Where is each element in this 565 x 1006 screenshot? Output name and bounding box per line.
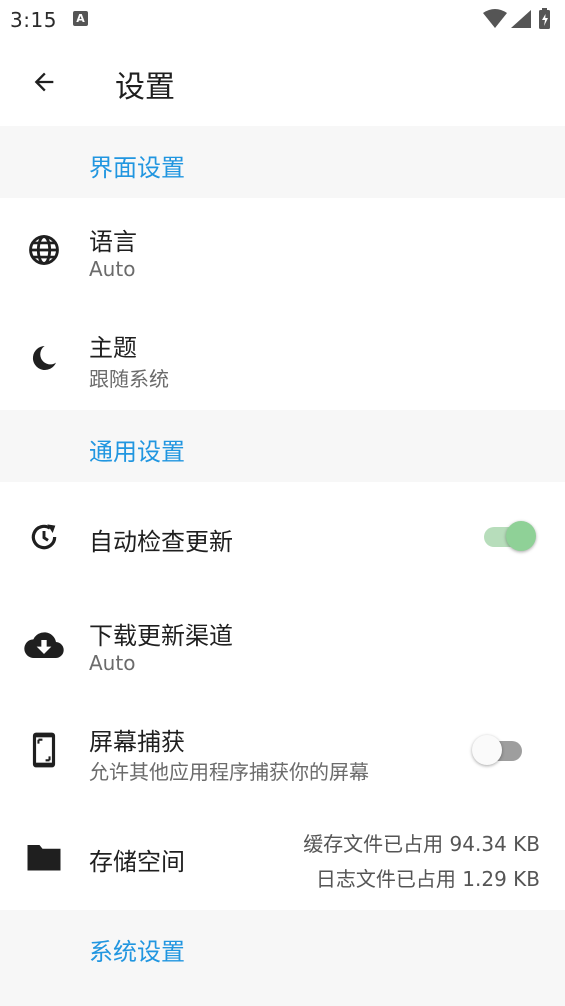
screen-capture-title: 屏幕捕获 bbox=[89, 728, 185, 756]
section-header-system: 系统设置 bbox=[0, 910, 565, 1006]
notification-badge: A bbox=[73, 11, 88, 26]
update-channel-title: 下载更新渠道 bbox=[89, 622, 233, 650]
switch-thumb bbox=[506, 521, 536, 551]
cell-signal-icon bbox=[511, 10, 531, 28]
phone-screenshot-icon bbox=[24, 730, 64, 770]
section-title-interface: 界面设置 bbox=[89, 154, 185, 182]
section-title-general: 通用设置 bbox=[89, 438, 185, 466]
auto-update-title: 自动检查更新 bbox=[89, 528, 233, 556]
app-bar: 设置 bbox=[0, 40, 565, 126]
setting-update-channel[interactable]: 下载更新渠道 Auto bbox=[0, 592, 565, 698]
section-header-general: 通用设置 bbox=[0, 410, 565, 482]
screen-capture-description: 允许其他应用程序捕获你的屏幕 bbox=[89, 760, 369, 784]
setting-screen-capture[interactable]: 屏幕捕获 允许其他应用程序捕获你的屏幕 bbox=[0, 698, 565, 804]
setting-language[interactable]: 语言 Auto bbox=[0, 198, 565, 304]
status-time: 3:15 bbox=[10, 8, 57, 32]
battery-charging-icon bbox=[539, 8, 550, 29]
theme-value: 跟随系统 bbox=[89, 367, 169, 391]
update-clock-icon bbox=[24, 517, 64, 557]
section-header-interface: 界面设置 bbox=[0, 126, 565, 198]
storage-title: 存储空间 bbox=[89, 848, 185, 876]
update-channel-value: Auto bbox=[89, 651, 136, 675]
storage-cache-info: 缓存文件已占用 94.34 KB bbox=[303, 832, 540, 856]
arrow-left-icon bbox=[34, 72, 54, 92]
back-button[interactable] bbox=[20, 60, 68, 104]
language-title: 语言 bbox=[89, 228, 137, 256]
language-value: Auto bbox=[89, 257, 136, 281]
status-bar: 3:15 A bbox=[0, 0, 565, 40]
globe-icon bbox=[24, 230, 64, 270]
section-title-system: 系统设置 bbox=[89, 938, 185, 966]
setting-auto-update[interactable]: 自动检查更新 bbox=[0, 482, 565, 592]
cloud-download-icon bbox=[24, 624, 64, 664]
auto-update-switch[interactable] bbox=[480, 518, 536, 554]
status-icons bbox=[481, 7, 553, 31]
setting-theme[interactable]: 主题 跟随系统 bbox=[0, 304, 565, 410]
wifi-icon bbox=[483, 9, 507, 28]
screen-capture-switch[interactable] bbox=[472, 732, 528, 768]
page-title: 设置 bbox=[115, 70, 175, 105]
theme-title: 主题 bbox=[89, 334, 137, 362]
switch-thumb bbox=[472, 735, 502, 765]
moon-icon bbox=[24, 338, 64, 378]
setting-storage[interactable]: 存储空间 缓存文件已占用 94.34 KB 日志文件已占用 1.29 KB bbox=[0, 804, 565, 910]
storage-log-info: 日志文件已占用 1.29 KB bbox=[315, 867, 540, 891]
folder-icon bbox=[24, 837, 64, 877]
